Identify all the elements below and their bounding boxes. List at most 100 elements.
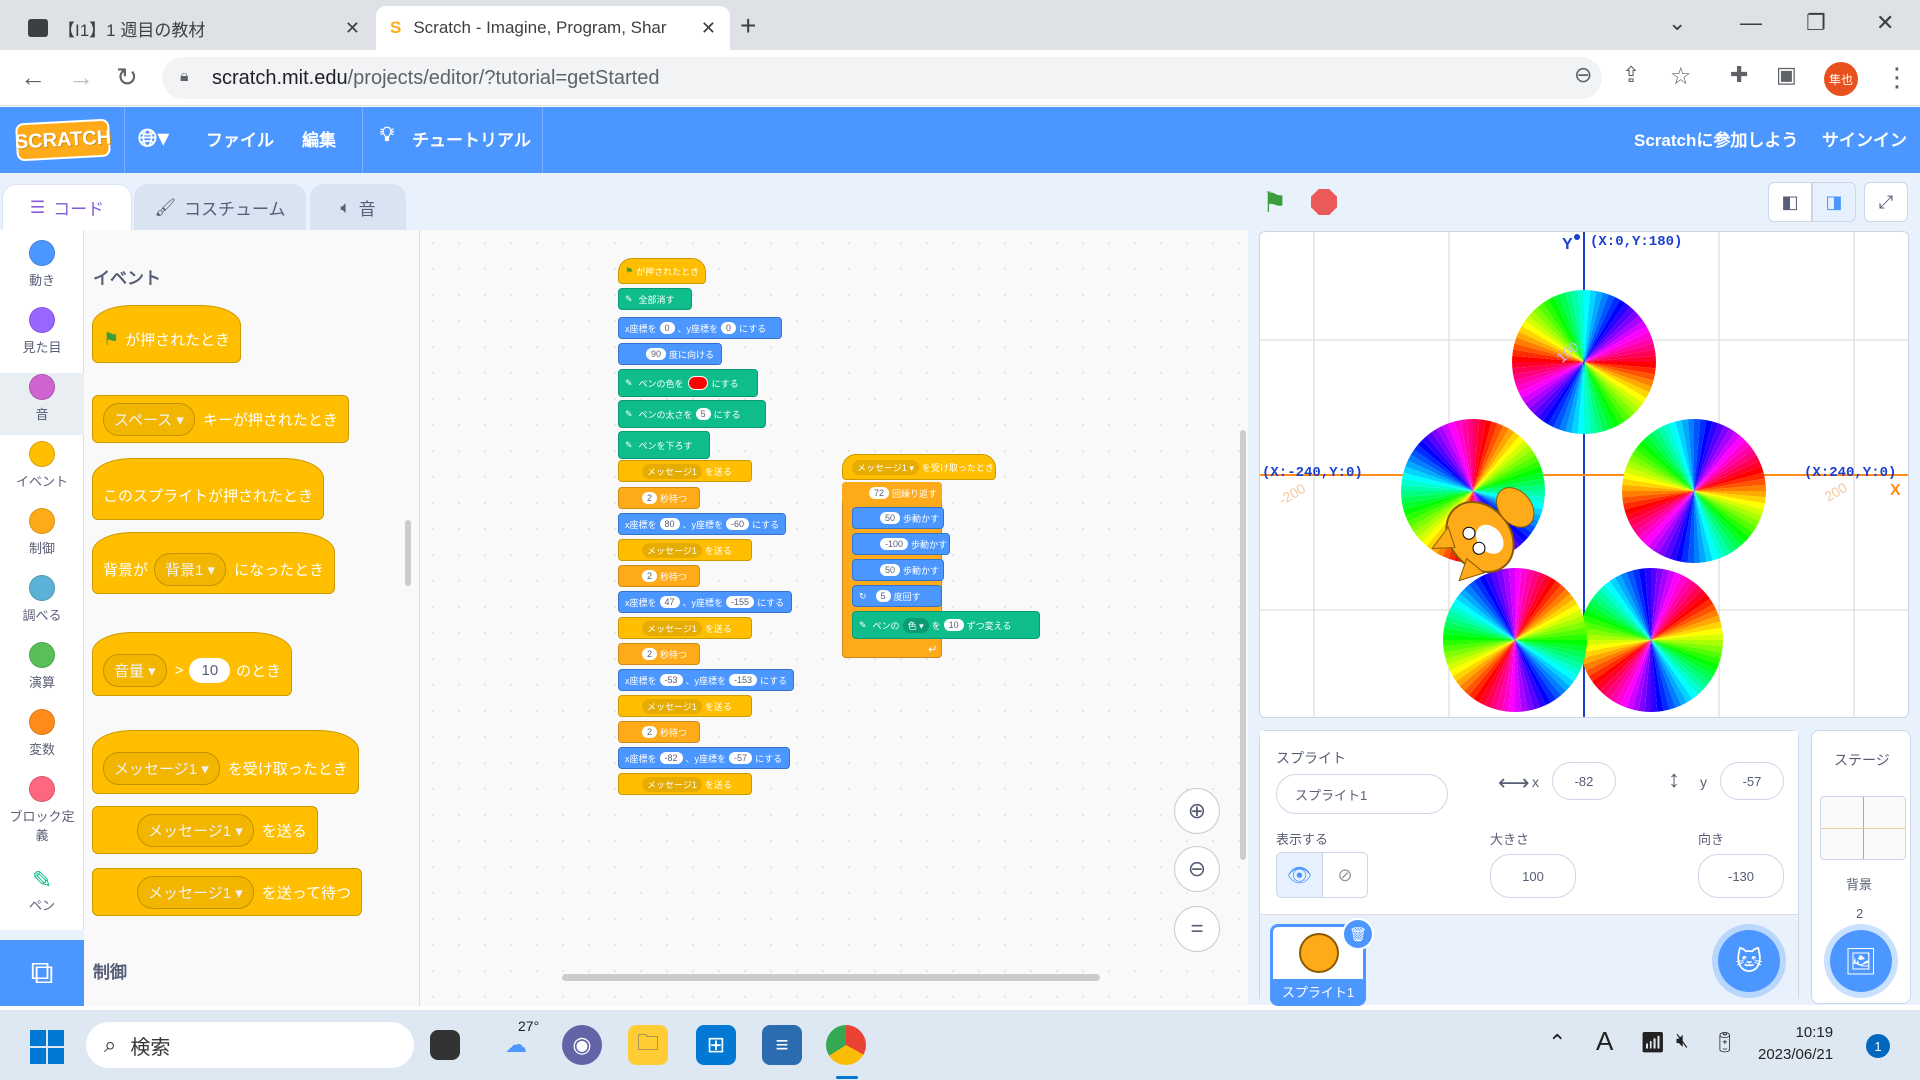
category-motion[interactable]: 動き (0, 240, 84, 289)
block-goto-xy[interactable]: x座標を 80 、y座標を -60 にする (618, 513, 786, 535)
size-input[interactable]: 100 (1490, 854, 1576, 898)
tab-code[interactable]: ☰ コード (2, 184, 132, 230)
category-variables[interactable]: 変数 (0, 709, 84, 758)
direction-input[interactable]: 90 (646, 348, 667, 360)
y-input[interactable]: 0 (721, 322, 737, 334)
degrees-input[interactable]: 5 (875, 590, 891, 602)
palette-scrollbar[interactable] (405, 520, 411, 586)
block-when-flag-clicked[interactable]: ⚑ が押されたとき (618, 258, 706, 284)
block-change-pen[interactable]: ✎ ペンの色 ▾ を 10 ずつ変える (852, 611, 1040, 639)
zoom-reset-button[interactable]: = (1174, 906, 1220, 952)
zoom-in-button[interactable]: ⊕ (1174, 788, 1220, 834)
block-wait[interactable]: 2 秒待つ (618, 487, 700, 509)
normal-stage-button[interactable]: ◨ (1812, 182, 1856, 222)
message-dropdown[interactable]: メッセージ1 (642, 698, 702, 714)
tab-costume[interactable]: 🖌︎ コスチューム (134, 184, 306, 230)
steps-input[interactable]: 50 (880, 512, 901, 524)
category-events[interactable]: イベント (0, 441, 84, 490)
message-dropdown[interactable]: メッセージ1 (642, 463, 702, 479)
category-pen[interactable]: ✎ ペン (0, 866, 84, 914)
block-broadcast[interactable]: メッセージ1 を送る (618, 695, 752, 717)
block-point-direction[interactable]: 90 度に向ける (618, 343, 722, 365)
script-area[interactable] (420, 230, 1248, 1006)
block-goto-xy[interactable]: x座標を -82 、y座標を -57 にする (618, 747, 790, 769)
notification-badge[interactable]: 1 (1866, 1034, 1890, 1058)
message-dropdown[interactable]: メッセージ1 ▾ (137, 875, 254, 909)
ime-icon[interactable]: A (1596, 1026, 1613, 1057)
browser-tab-1[interactable]: 【I1】1 週目の教材 ✕ (14, 6, 374, 50)
block-when-loudness[interactable]: 音量 ▾ >10 のとき (92, 632, 293, 696)
steps-input[interactable]: 50 (880, 564, 901, 576)
menu-tutorial[interactable]: チュートリアル (412, 126, 531, 151)
message-dropdown[interactable]: メッセージ1 (642, 776, 702, 792)
block-when-key-pressed[interactable]: スペース ▾ キーが押されたとき (92, 395, 349, 443)
signin-link[interactable]: サインイン (1822, 126, 1907, 151)
share-icon[interactable]: ⇪ (1622, 62, 1640, 88)
wait-input[interactable]: 2 (642, 570, 658, 582)
new-tab-button[interactable]: + (740, 10, 756, 42)
tab-close-icon[interactable]: ✕ (345, 18, 360, 39)
add-sprite-button[interactable]: 🐱︎ (1718, 930, 1780, 992)
steps-input[interactable]: -100 (880, 538, 909, 550)
message-dropdown[interactable]: メッセージ1 (642, 542, 702, 558)
y-input[interactable]: -57 (1720, 762, 1784, 800)
block-broadcast[interactable]: メッセージ1 を送る (618, 539, 752, 561)
stage-thumbnail[interactable] (1820, 796, 1906, 860)
block-wait[interactable]: 2 秒待つ (618, 721, 700, 743)
small-stage-button[interactable]: ◧ (1768, 182, 1812, 222)
url-field[interactable]: scratch.mit.edu/projects/editor/?tutoria… (162, 57, 1602, 99)
wait-input[interactable]: 2 (642, 492, 658, 504)
wait-input[interactable]: 2 (642, 726, 658, 738)
sprite-name-input[interactable]: スプライト1 (1276, 774, 1448, 814)
notepad-icon[interactable]: ≡ (762, 1025, 802, 1065)
taskbar-clock[interactable]: 10:19 2023/06/21 (1758, 1022, 1833, 1066)
browser-tab-2[interactable]: S Scratch - Imagine, Program, Shar ✕ (376, 6, 730, 50)
block-broadcast[interactable]: メッセージ1 ▾ を送る (92, 806, 318, 854)
direction-input[interactable]: -130 (1698, 854, 1784, 898)
repeat-input[interactable]: 72 (869, 487, 890, 499)
menu-file[interactable]: ファイル (206, 126, 274, 151)
restore-icon[interactable]: ❐ (1806, 10, 1826, 36)
category-operators[interactable]: 演算 (0, 642, 84, 691)
wait-input[interactable]: 2 (642, 648, 658, 660)
task-view-icon[interactable] (430, 1030, 460, 1060)
script-hscrollbar[interactable] (562, 974, 1100, 981)
x-input[interactable]: 0 (659, 322, 675, 334)
y-input[interactable]: -57 (729, 752, 753, 764)
block-when-backdrop-switches[interactable]: 背景が 背景1 ▾ になったとき (92, 532, 336, 594)
block-when-receive[interactable]: メッセージ1 ▾ を受け取ったとき (92, 730, 359, 794)
stop-button[interactable] (1311, 189, 1337, 215)
file-explorer-icon[interactable]: 🗀︎ (628, 1025, 668, 1065)
category-control[interactable]: 制御 (0, 508, 84, 557)
lock-icon[interactable]: 🔒︎ (180, 68, 189, 86)
chrome-menu-icon[interactable]: ⋮ (1884, 62, 1910, 93)
windows-start-icon[interactable] (30, 1030, 64, 1064)
block-when-flag-clicked[interactable]: ⚑ が押されたとき (92, 305, 242, 363)
fullscreen-button[interactable]: ⤢ (1864, 182, 1908, 222)
category-myblocks[interactable]: ブロック定義 (0, 776, 84, 844)
block-move-steps[interactable]: 50 歩動かす (852, 559, 944, 581)
y-input[interactable]: -155 (726, 596, 755, 608)
window-close-icon[interactable]: ✕ (1876, 10, 1894, 36)
battery-icon[interactable]: 🔋︎ (1712, 1030, 1737, 1055)
tray-chevron-icon[interactable]: ⌃ (1548, 1030, 1566, 1056)
zoom-out-button[interactable]: ⊖ (1174, 846, 1220, 892)
pen-param-dropdown[interactable]: 色 ▾ (902, 617, 929, 633)
tab-close-icon[interactable]: ✕ (701, 18, 716, 39)
block-pen-clear[interactable]: ✎ 全部消す (618, 288, 692, 310)
backdrop-dropdown[interactable]: 背景1 ▾ (154, 552, 227, 586)
extensions-icon[interactable]: ✚ (1730, 62, 1748, 88)
tab-search-icon[interactable]: ⌄ (1668, 10, 1686, 36)
reload-icon[interactable]: ↻ (116, 62, 138, 93)
teams-icon[interactable]: ◉ (562, 1025, 602, 1065)
script-vscrollbar[interactable] (1240, 430, 1246, 860)
block-when-sprite-clicked[interactable]: このスプライトが押されたとき (92, 458, 325, 520)
show-eye-icon[interactable]: 👁︎ (1277, 853, 1322, 897)
y-input[interactable]: -60 (726, 518, 750, 530)
y-input[interactable]: -153 (729, 674, 758, 686)
scratch-logo[interactable]: SCRATCH (14, 118, 112, 162)
x-input[interactable]: 80 (659, 518, 680, 530)
zoom-icon[interactable]: ⊖ (1574, 62, 1592, 88)
message-dropdown[interactable]: メッセージ1 ▾ (103, 751, 220, 785)
message-dropdown[interactable]: メッセージ1 ▾ (137, 813, 254, 847)
